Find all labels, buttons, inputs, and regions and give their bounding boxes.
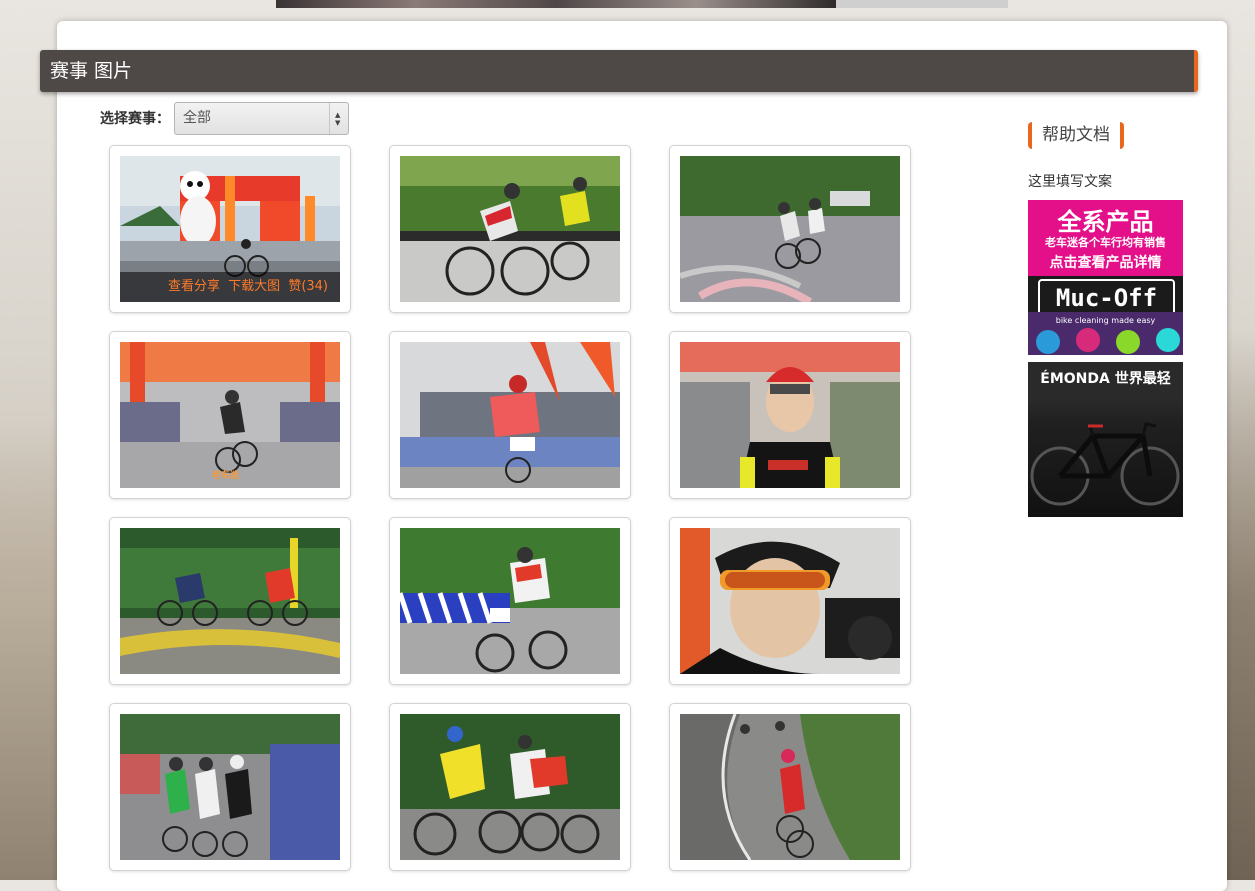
photo-card[interactable] [669, 517, 911, 685]
photo-card[interactable] [109, 517, 351, 685]
race-photo[interactable] [400, 156, 620, 302]
photo-card[interactable] [109, 703, 351, 871]
download-large-link[interactable]: 下载大图 [228, 279, 280, 294]
ad-cta: 点击查看产品详情 [1049, 255, 1162, 271]
race-photo[interactable] [680, 714, 900, 860]
race-photo[interactable] [120, 528, 340, 674]
race-photo[interactable] [400, 342, 620, 488]
event-filter-label: 选择赛事： [100, 111, 170, 127]
race-photo[interactable] [400, 528, 620, 674]
photo-card[interactable]: 查看分享 下载大图 赞(34) [109, 145, 351, 313]
help-docs-heading: 帮助文档 [1028, 122, 1124, 149]
photo-card[interactable] [669, 331, 911, 499]
ad2-headline: ÉMONDA 世界最轻 [1028, 362, 1183, 396]
select-arrows-icon: ▲ ▼ [329, 103, 348, 134]
view-share-link[interactable]: 查看分享 [168, 279, 220, 294]
photo-action-overlay: 查看分享 下载大图 赞(34) [120, 272, 340, 302]
photo-card[interactable] [389, 331, 631, 499]
race-photo[interactable] [680, 528, 900, 674]
photo-card[interactable] [389, 703, 631, 871]
race-photo[interactable] [400, 714, 620, 860]
photo-card[interactable] [389, 145, 631, 313]
photo-card[interactable]: 老车迷 [109, 331, 351, 499]
help-text: 这里填写文案 [1028, 174, 1112, 190]
photo-watermark: 老车迷 [212, 471, 240, 481]
race-photo[interactable]: 老车迷 [120, 342, 340, 488]
race-photo[interactable] [120, 714, 340, 860]
photo-card[interactable] [669, 145, 911, 313]
photo-card[interactable] [669, 703, 911, 871]
emonda-ad-banner[interactable]: ÉMONDA 世界最轻 [1028, 362, 1183, 517]
ad-tagline: bike cleaning made easy [1055, 316, 1156, 325]
top-banner-image[interactable] [276, 0, 1008, 8]
road-bike-image [1030, 422, 1180, 506]
section-title-bar: 赛事 图片 [40, 50, 1198, 92]
section-title: 赛事 图片 [50, 60, 133, 82]
ad-headline: 全系产品 [1057, 208, 1154, 236]
race-photo[interactable] [680, 156, 900, 302]
muc-off-ad-banner[interactable]: 全系产品 老车迷各个车行均有销售 点击查看产品详情 Muc-Off bike c… [1028, 200, 1183, 355]
event-select-value: 全部 [183, 110, 211, 126]
photo-card[interactable] [389, 517, 631, 685]
race-photo[interactable] [680, 342, 900, 488]
like-link[interactable]: 赞(34) [288, 279, 328, 294]
event-select[interactable]: 全部 ▲ ▼ [174, 102, 349, 135]
ad-subline: 老车迷各个车行均有销售 [1045, 236, 1166, 249]
